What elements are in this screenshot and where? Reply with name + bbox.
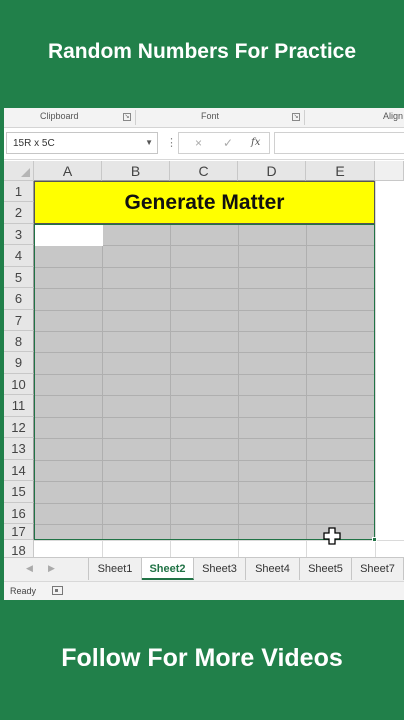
cell-border xyxy=(35,331,374,332)
row-header-7[interactable]: 7 xyxy=(4,310,34,331)
row-header-10[interactable]: 10 xyxy=(4,374,34,395)
cell-border xyxy=(35,374,374,375)
merged-title-cell[interactable]: Generate Matter xyxy=(34,181,375,224)
clipboard-launcher-icon[interactable]: ↘ xyxy=(123,113,131,121)
cell-border xyxy=(35,438,374,439)
excel-window: Clipboard ↘ Font ↘ Align 15R x 5C ▼ ⋮ × … xyxy=(4,108,404,600)
chevron-down-icon[interactable]: ▼ xyxy=(145,138,153,147)
cell-border xyxy=(35,524,374,525)
fill-handle[interactable] xyxy=(372,537,377,542)
tab-scroll-left-icon[interactable]: ◀ xyxy=(26,563,33,574)
ribbon-group-clipboard: Clipboard xyxy=(40,111,79,121)
sheet-tabs-bar: ◀ ▶ Sheet1 Sheet2 Sheet3 Sheet4 Sheet5 S… xyxy=(4,557,404,581)
column-header-f-partial[interactable] xyxy=(375,161,404,181)
gridline xyxy=(375,181,376,557)
cell-border xyxy=(35,267,374,268)
ribbon-separator xyxy=(135,110,136,125)
selected-range[interactable] xyxy=(34,224,375,540)
row-header-13[interactable]: 13 xyxy=(4,438,34,460)
tab-sheet7[interactable]: Sheet7 xyxy=(352,558,404,580)
row-header-3[interactable]: 3 xyxy=(4,224,34,245)
cell-border xyxy=(306,225,307,539)
row-header-9[interactable]: 9 xyxy=(4,352,34,374)
cell-border xyxy=(35,352,374,353)
active-cell-a3[interactable] xyxy=(35,225,103,246)
ribbon-separator xyxy=(304,110,305,125)
enter-icon[interactable]: ✓ xyxy=(223,136,233,150)
ribbon-group-alignment: Align xyxy=(383,111,404,121)
status-bar: Ready xyxy=(4,581,404,600)
row-header-11[interactable]: 11 xyxy=(4,395,34,417)
row-header-16[interactable]: 16 xyxy=(4,503,34,524)
status-text: Ready xyxy=(10,586,37,596)
row-header-18[interactable]: 18 xyxy=(4,540,34,557)
cell-border xyxy=(35,481,374,482)
bottom-banner: Follow For More Videos xyxy=(0,600,404,720)
cancel-icon[interactable]: × xyxy=(195,136,202,150)
cell-border xyxy=(35,395,374,396)
tab-sheet5[interactable]: Sheet5 xyxy=(300,558,352,580)
bottom-banner-title: Follow For More Videos xyxy=(61,644,343,672)
top-banner: Random Numbers For Practice xyxy=(0,0,404,108)
column-header-a[interactable]: A xyxy=(34,161,102,181)
row-header-15[interactable]: 15 xyxy=(4,481,34,503)
cell-border xyxy=(35,460,374,461)
macro-record-icon[interactable] xyxy=(52,586,63,595)
top-banner-title: Random Numbers For Practice xyxy=(47,40,357,63)
cell-border xyxy=(35,288,374,289)
row-header-14[interactable]: 14 xyxy=(4,460,34,481)
tab-sheet4[interactable]: Sheet4 xyxy=(246,558,300,580)
cell-border xyxy=(238,225,239,539)
insert-function-icon[interactable]: fx xyxy=(251,137,260,148)
tab-sheet3[interactable]: Sheet3 xyxy=(194,558,246,580)
name-box[interactable]: 15R x 5C ▼ xyxy=(6,132,158,154)
row-header-17[interactable]: 17 xyxy=(4,524,34,540)
column-header-b[interactable]: B xyxy=(102,161,170,181)
cell-border xyxy=(35,417,374,418)
row-header-5[interactable]: 5 xyxy=(4,267,34,288)
formula-buttons: × ✓ fx xyxy=(178,132,270,154)
row-header-2[interactable]: 2 xyxy=(4,202,34,224)
select-all-button[interactable] xyxy=(4,161,34,181)
gridline xyxy=(34,540,404,541)
row-header-6[interactable]: 6 xyxy=(4,288,34,310)
row-header-12[interactable]: 12 xyxy=(4,417,34,438)
formula-input[interactable] xyxy=(274,132,404,154)
row-header-8[interactable]: 8 xyxy=(4,331,34,352)
cell-border xyxy=(35,503,374,504)
tab-sheet2[interactable]: Sheet2 xyxy=(142,558,194,580)
cell-border xyxy=(35,310,374,311)
row-header-1[interactable]: 1 xyxy=(4,181,34,202)
ribbon-group-labels: Clipboard ↘ Font ↘ Align xyxy=(4,108,404,128)
worksheet-grid[interactable]: A B C D E 1 2 3 4 5 6 7 8 9 10 11 12 13 … xyxy=(4,161,404,557)
column-header-d[interactable]: D xyxy=(238,161,306,181)
formula-bar: 15R x 5C ▼ ⋮ × ✓ fx xyxy=(4,128,404,160)
column-header-e[interactable]: E xyxy=(306,161,375,181)
cell-border xyxy=(102,225,103,539)
cross-cursor-icon xyxy=(323,527,341,545)
tab-scroll-right-icon[interactable]: ▶ xyxy=(48,563,55,574)
ribbon-group-font: Font xyxy=(201,111,220,121)
name-box-value: 15R x 5C xyxy=(13,138,55,149)
formula-bar-grip-icon[interactable]: ⋮ xyxy=(166,136,177,149)
cell-border xyxy=(170,225,171,539)
font-launcher-icon[interactable]: ↘ xyxy=(292,113,300,121)
column-header-c[interactable]: C xyxy=(170,161,238,181)
row-header-4[interactable]: 4 xyxy=(4,245,34,267)
tab-sheet1[interactable]: Sheet1 xyxy=(88,558,142,580)
